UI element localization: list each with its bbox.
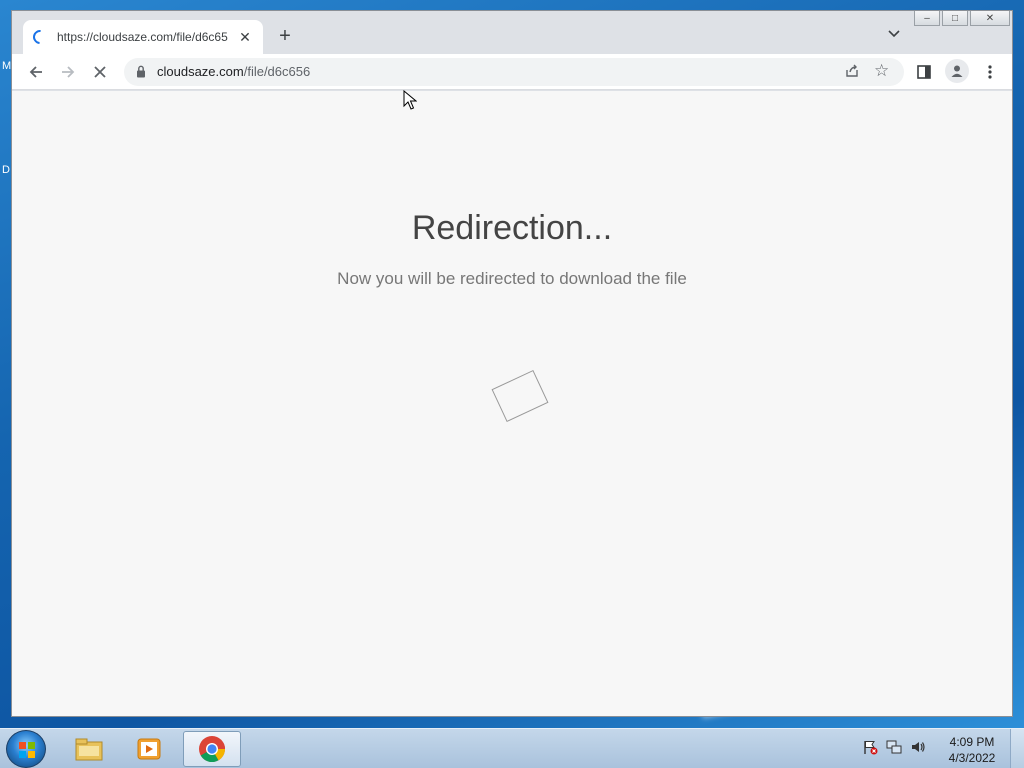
desktop-label: D (2, 164, 10, 176)
network-icon[interactable] (886, 739, 902, 760)
clock-time: 4:09 PM (949, 735, 995, 749)
minimize-button[interactable]: – (914, 11, 940, 26)
menu-kebab-icon[interactable] (978, 60, 1002, 84)
address-bar[interactable]: cloudsaze.com/file/d6c656 ☆ (124, 58, 904, 86)
browser-window: – □ ✕ https://cloudsaze.com/file/d6c65 ✕… (11, 10, 1013, 717)
url-text[interactable]: cloudsaze.com/file/d6c656 (157, 64, 310, 79)
maximize-button[interactable]: □ (942, 11, 968, 26)
redirect-message: Now you will be redirected to download t… (337, 269, 687, 288)
lock-icon[interactable] (136, 65, 146, 83)
media-player-icon[interactable] (120, 731, 178, 767)
clock-date: 4/3/2022 (948, 751, 996, 765)
url-path: /file/d6c656 (243, 64, 311, 79)
page-title: Redirection... (411, 209, 613, 247)
loading-spinner-icon (30, 27, 50, 47)
chrome-icon[interactable] (183, 731, 241, 767)
system-tray (862, 739, 926, 760)
windows-logo-icon (19, 742, 35, 758)
desktop-label: M (2, 60, 12, 72)
new-tab-button[interactable]: + (274, 25, 296, 47)
url-host: cloudsaze.com (157, 64, 244, 79)
taskbar-clock[interactable]: 4:09 PM 4/3/2022 (940, 734, 1004, 766)
file-explorer-icon[interactable] (60, 731, 118, 767)
caption-buttons: – □ ✕ (914, 11, 1010, 26)
share-icon[interactable] (844, 63, 860, 84)
close-window-button[interactable]: ✕ (970, 11, 1010, 26)
action-center-flag-icon[interactable] (862, 739, 878, 760)
bookmark-star-icon[interactable]: ☆ (874, 61, 889, 81)
tab-search-icon[interactable] (886, 27, 902, 43)
show-desktop-button[interactable] (1010, 729, 1024, 768)
browser-tab[interactable]: https://cloudsaze.com/file/d6c65 ✕ (23, 20, 263, 54)
page-viewport: Redirection... Now you will be redirecte… (12, 91, 1012, 716)
tab-title: https://cloudsaze.com/file/d6c65 (57, 30, 228, 44)
back-icon[interactable] (24, 60, 48, 84)
profile-avatar-icon[interactable] (945, 59, 969, 83)
loading-square-icon (491, 369, 549, 423)
browser-toolbar: cloudsaze.com/file/d6c656 ☆ (12, 54, 1012, 90)
start-button[interactable] (6, 730, 46, 768)
side-panel-icon[interactable] (912, 60, 936, 84)
stop-loading-icon[interactable] (88, 60, 112, 84)
close-tab-icon[interactable]: ✕ (237, 29, 253, 46)
forward-icon[interactable] (56, 60, 80, 84)
volume-icon[interactable] (910, 739, 926, 760)
taskbar: 4:09 PM 4/3/2022 (0, 728, 1024, 768)
mouse-cursor-icon (403, 89, 418, 115)
